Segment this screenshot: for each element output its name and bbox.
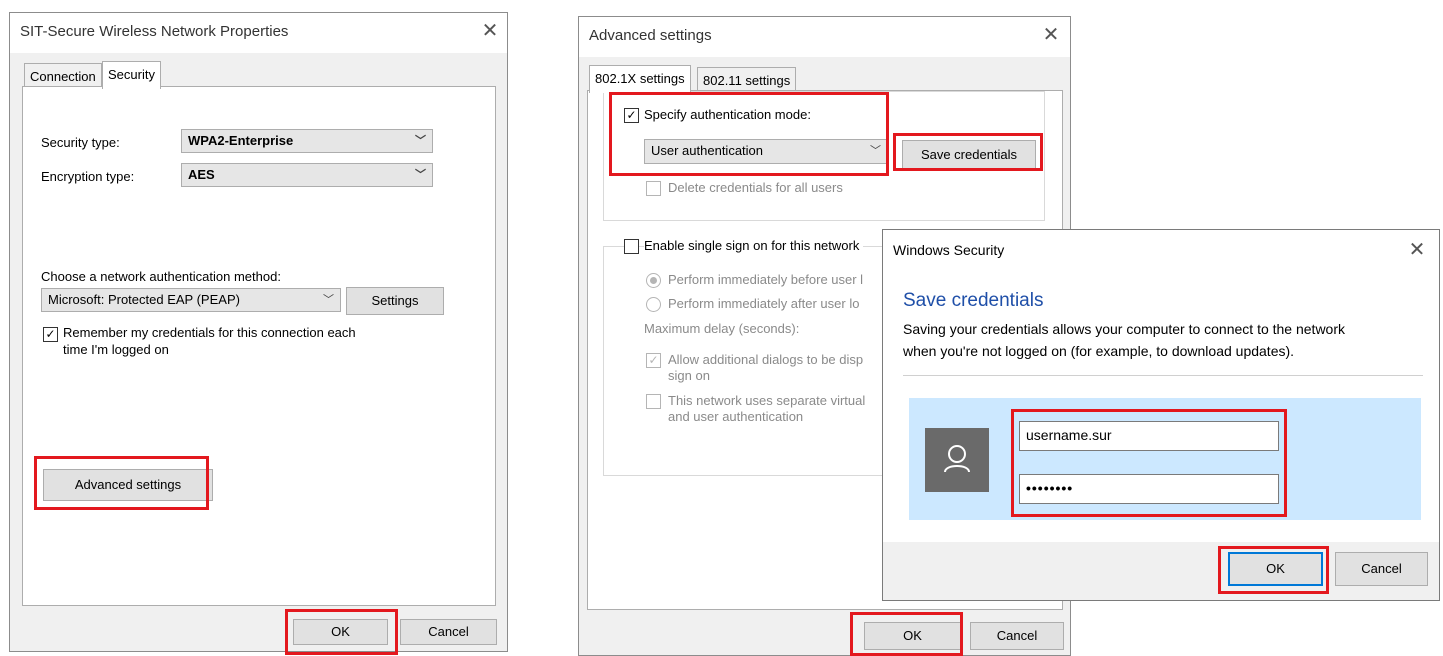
remember-credentials-checkbox[interactable]: ✓ <box>43 327 58 342</box>
save-credentials-message-line2: when you're not logged on (for example, … <box>903 343 1295 359</box>
password-input[interactable]: •••••••• <box>1019 474 1279 504</box>
perform-after-radio[interactable] <box>646 297 661 312</box>
close-icon[interactable]: ✕ <box>478 19 502 43</box>
advanced-settings-titlebar: Advanced settings ✕ <box>579 17 1070 57</box>
cancel-button[interactable]: Cancel <box>1335 552 1428 586</box>
network-properties-titlebar: SIT-Secure Wireless Network Properties ✕ <box>10 13 507 53</box>
enable-sso-label: Enable single sign on for this network <box>644 238 864 253</box>
auth-mode-select[interactable]: User authentication ﹀ <box>644 139 888 164</box>
allow-dialogs-label-line2: sign on <box>668 368 710 383</box>
max-delay-label: Maximum delay (seconds): <box>644 321 800 336</box>
encryption-type-label: Encryption type: <box>41 169 135 184</box>
settings-button[interactable]: Settings <box>346 287 444 315</box>
advanced-settings-button[interactable]: Advanced settings <box>43 469 213 501</box>
encryption-type-value: AES <box>188 167 215 182</box>
user-icon <box>944 445 970 473</box>
close-icon[interactable]: ✕ <box>1039 23 1063 47</box>
chevron-down-icon: ﹀ <box>415 169 426 181</box>
delete-credentials-label: Delete credentials for all users <box>668 180 843 195</box>
security-type-value: WPA2-Enterprise <box>188 133 294 148</box>
specify-auth-mode-checkbox[interactable]: ✓ <box>624 108 639 123</box>
ok-button[interactable]: OK <box>1228 552 1323 586</box>
cancel-button[interactable]: Cancel <box>400 619 497 645</box>
button-bar: OK Cancel <box>883 542 1439 600</box>
remember-credentials-label-line2: time I'm logged on <box>63 342 169 357</box>
network-properties-dialog: SIT-Secure Wireless Network Properties ✕… <box>9 12 508 652</box>
separate-virtual-checkbox[interactable] <box>646 394 661 409</box>
encryption-type-select[interactable]: AES ﹀ <box>181 163 433 187</box>
username-input[interactable]: username.sur <box>1019 421 1279 451</box>
save-credentials-button[interactable]: Save credentials <box>902 140 1036 170</box>
auth-method-select[interactable]: Microsoft: Protected EAP (PEAP) ﹀ <box>41 288 341 312</box>
security-type-select[interactable]: WPA2-Enterprise ﹀ <box>181 129 433 153</box>
remember-credentials-label-line1: Remember my credentials for this connect… <box>63 325 356 340</box>
advanced-settings-title: Advanced settings <box>589 27 712 44</box>
credential-area: username.sur •••••••• <box>909 398 1421 520</box>
security-type-label: Security type: <box>41 135 120 150</box>
save-credentials-heading: Save credentials <box>903 290 1044 311</box>
cancel-button[interactable]: Cancel <box>970 622 1064 650</box>
specify-auth-mode-label: Specify authentication mode: <box>644 107 811 122</box>
auth-mode-value: User authentication <box>651 143 764 158</box>
chevron-down-icon: ﹀ <box>870 145 881 157</box>
security-tab-panel: Security type: WPA2-Enterprise ﹀ Encrypt… <box>22 86 496 606</box>
separate-virtual-label-line1: This network uses separate virtual <box>668 393 866 408</box>
separator <box>903 375 1423 376</box>
close-icon[interactable]: ✕ <box>1405 238 1429 262</box>
radio-dot <box>650 277 657 284</box>
chevron-down-icon: ﹀ <box>323 294 334 306</box>
ok-button[interactable]: OK <box>864 622 961 650</box>
enable-sso-checkbox[interactable] <box>624 239 639 254</box>
delete-credentials-checkbox[interactable] <box>646 181 661 196</box>
network-properties-title: SIT-Secure Wireless Network Properties <box>20 23 289 40</box>
allow-dialogs-checkbox[interactable]: ✓ <box>646 353 661 368</box>
separate-virtual-label-line2: and user authentication <box>668 409 804 424</box>
ok-button[interactable]: OK <box>293 619 388 645</box>
auth-method-value: Microsoft: Protected EAP (PEAP) <box>48 292 240 307</box>
perform-after-label: Perform immediately after user lo <box>668 296 860 311</box>
tab-security[interactable]: Security <box>102 61 161 89</box>
chevron-down-icon: ﹀ <box>415 135 426 147</box>
allow-dialogs-label-line1: Allow additional dialogs to be disp <box>668 352 864 367</box>
user-avatar <box>925 428 989 492</box>
save-credentials-message-line1: Saving your credentials allows your comp… <box>903 321 1346 337</box>
tab-8021x-settings[interactable]: 802.1X settings <box>589 65 691 93</box>
windows-security-title: Windows Security <box>893 242 1005 258</box>
auth-method-label: Choose a network authentication method: <box>41 269 281 284</box>
windows-security-dialog: Windows Security ✕ Save credentials Savi… <box>882 229 1440 601</box>
perform-before-label: Perform immediately before user l <box>668 272 864 287</box>
perform-before-radio[interactable] <box>646 273 661 288</box>
